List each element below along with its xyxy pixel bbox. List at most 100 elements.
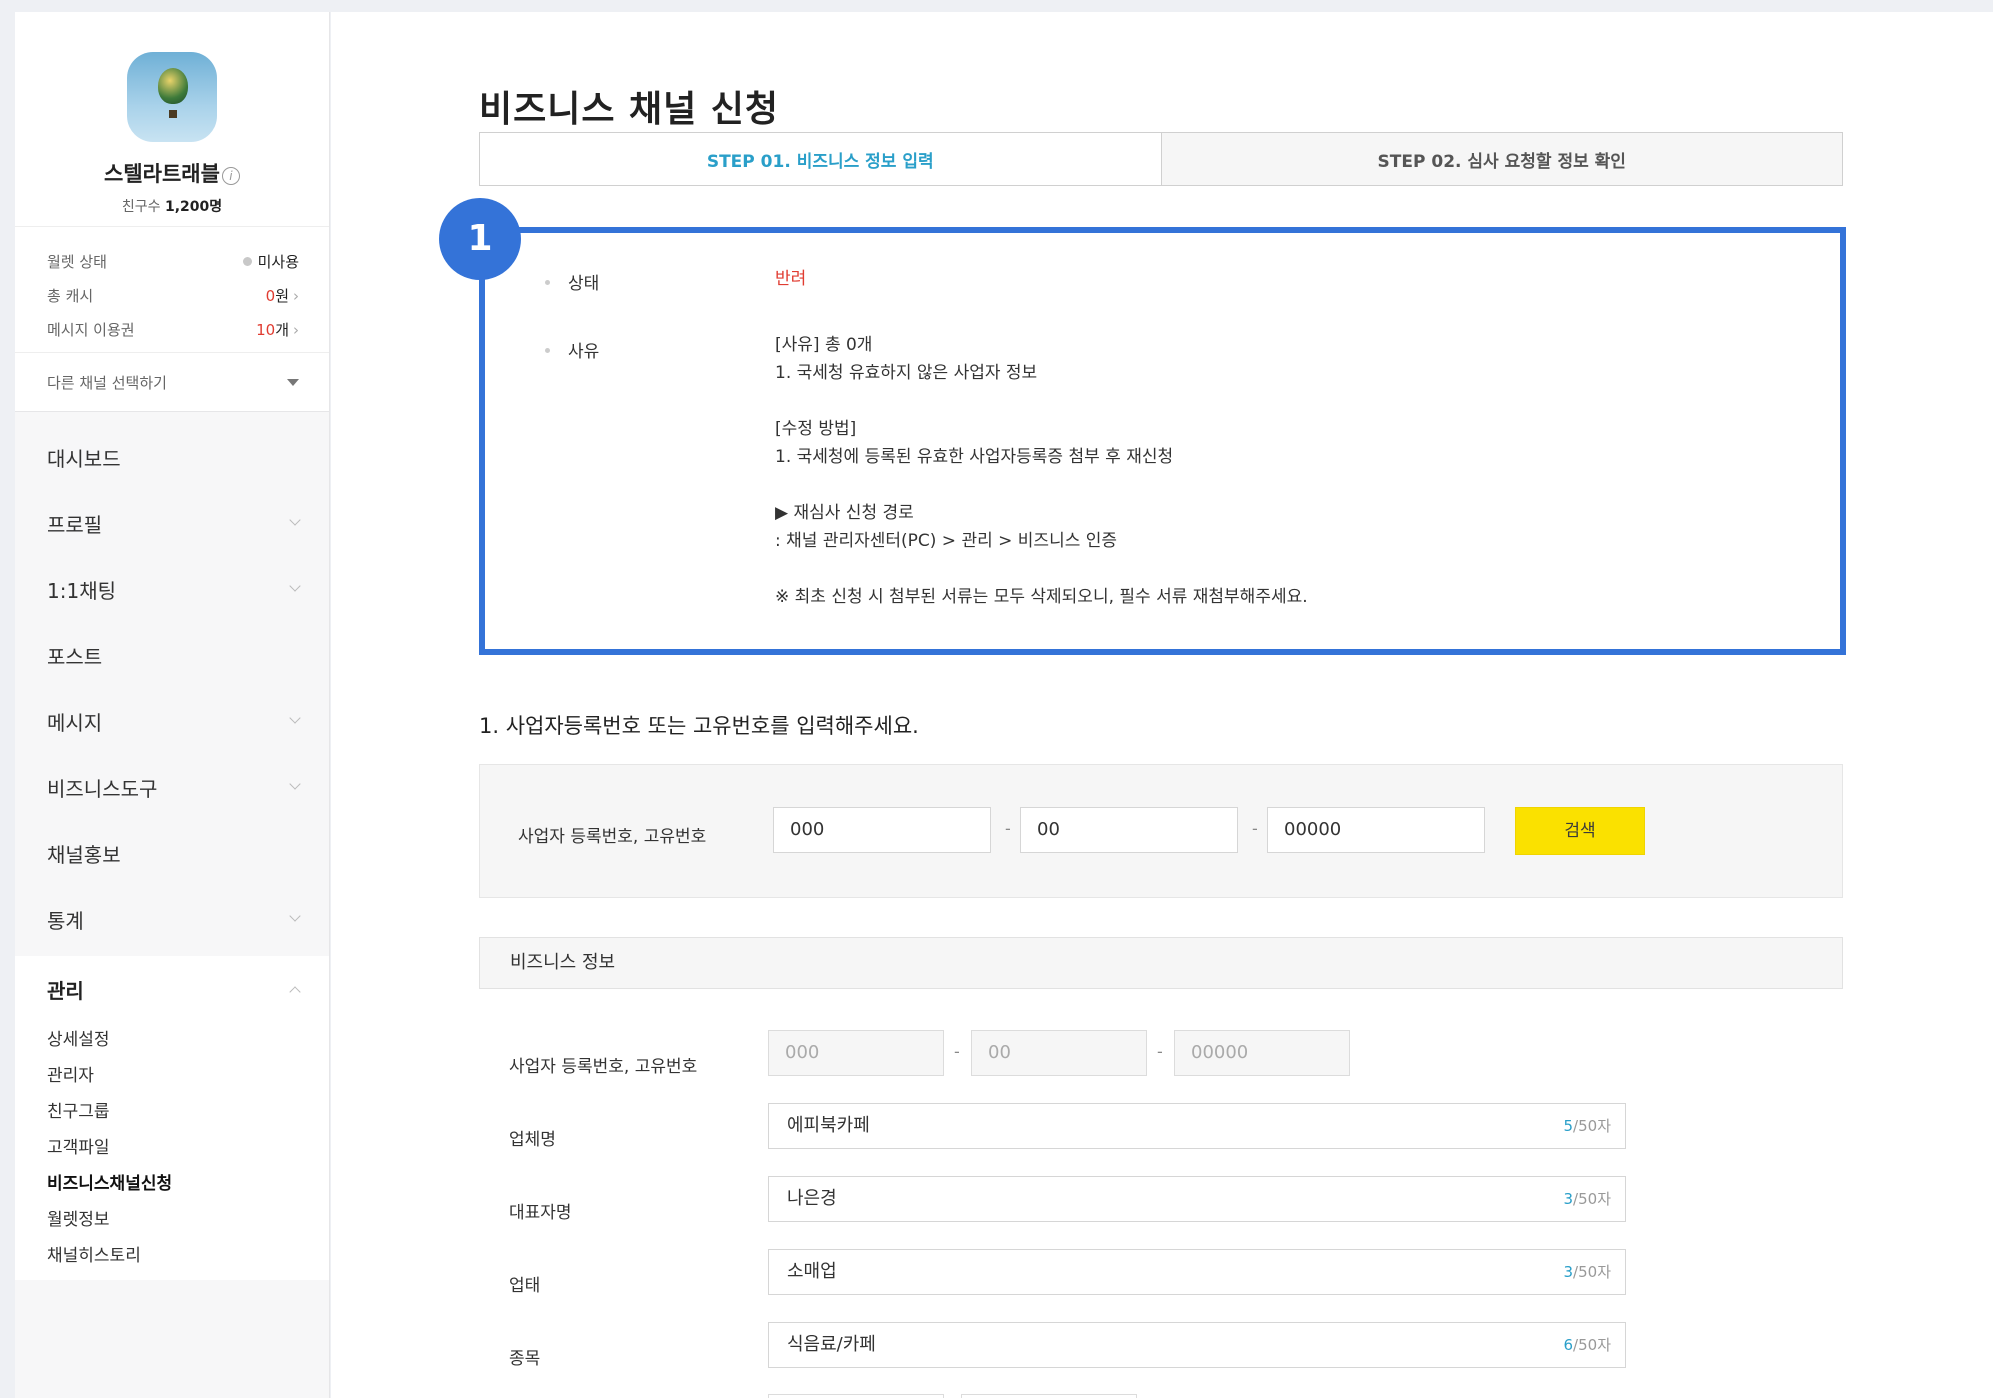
profile-name: 스텔라트래블 i [15,158,329,188]
sidebar-item-message[interactable]: 메시지 [15,688,329,754]
message-ticket-count: 10 [256,321,276,339]
sidebar-item-label: 대시보드 [47,446,121,471]
wallet-status-value: 미사용 [257,253,299,271]
reason-line: 1. 국세청에 등록된 유효한 사업자등록증 첨부 후 재신청 [775,447,1174,467]
step-1-tab: STEP 01. 비즈니스 정보 입력 [480,133,1162,185]
friends-label: 친구수 [121,199,161,215]
sidebar: 스텔라트래블 i 친구수 1,200명 월렛 상태 미사용 총 캐시 0원 › 메시… [15,12,330,1398]
callout-badge: 1 [439,198,521,280]
sidebar-item-chat[interactable]: 1:1채팅 [15,556,329,622]
profile-card: 스텔라트래블 i 친구수 1,200명 [15,12,329,226]
chevron-down-icon [289,778,301,790]
sidebar-item-label: 비즈니스도구 [47,776,158,801]
sidebar-subitem-friend-groups[interactable]: 친구그룹 [15,1094,329,1130]
separator-dash: - [954,1042,960,1061]
search-button[interactable]: 검색 [1515,807,1645,855]
sidebar-subitem-wallet-info[interactable]: 월렛정보 [15,1202,329,1238]
section-question: 1. 사업자등록번호 또는 고유번호를 입력해주세요. [479,714,919,738]
main-content: 비즈니스 채널 신청 STEP 01. 비즈니스 정보 입력 STEP 02. … [331,12,1993,1398]
sidebar-subitem-customer-files[interactable]: 고객파일 [15,1130,329,1166]
representative-value: 나은경 [787,1188,837,1209]
reason-line: ▶ 재심사 신청 경로 [775,503,914,523]
chevron-down-icon [289,910,301,922]
reason-label-row: 사유 [545,337,599,362]
partial-input[interactable] [768,1394,944,1398]
chevron-down-icon [289,712,301,724]
status-dot-icon [242,257,252,266]
company-name-field[interactable]: 에피북카페 5/50자 [768,1103,1626,1149]
reason-line: 1. 국세청 유효하지 않은 사업자 정보 [775,363,1038,383]
reason-line: [수정 방법] [775,419,857,439]
sidebar-item-dashboard[interactable]: 대시보드 [15,424,329,490]
page-title: 비즈니스 채널 신청 [479,89,780,130]
business-info-heading: 비즈니스 정보 [479,937,1843,989]
sidebar-subitem-admins[interactable]: 관리자 [15,1058,329,1094]
profile-name-text: 스텔라트래블 [104,162,220,186]
reg-number-display-1: 000 [768,1030,944,1076]
char-count: 6 [1563,1336,1574,1354]
chevron-right-icon: › [293,287,299,305]
reg-number-label: 사업자 등록번호, 고유번호 [509,1057,698,1077]
sidebar-item-label: 포스트 [47,644,103,669]
char-counter: 5/50자 [1564,1104,1612,1148]
reg-number-input-2[interactable]: 00 [1020,807,1238,853]
char-max: /50자 [1573,1263,1611,1281]
message-ticket-label: 메시지 이용권 [47,321,135,339]
status-label: 상태 [568,274,600,294]
sidebar-subitem-settings[interactable]: 상세설정 [15,1022,329,1058]
char-counter: 6/50자 [1564,1323,1612,1367]
separator-dash: - [1252,819,1258,838]
sidebar-item-manage[interactable]: 관리 [15,956,329,1022]
separator-dash: - [1005,819,1011,838]
business-item-field[interactable]: 식음료/카페 6/50자 [768,1322,1626,1368]
sidebar-item-label: 통계 [47,908,84,933]
status-label-row: 상태 [545,269,599,294]
reason-line: [사유] 총 0개 [775,335,873,355]
char-count: 5 [1563,1117,1574,1135]
sidebar-item-channel-promo[interactable]: 채널홍보 [15,820,329,886]
business-type-label: 업태 [509,1276,541,1296]
char-counter: 3/50자 [1564,1250,1612,1294]
reg-number-input-3[interactable]: 00000 [1267,807,1485,853]
total-cash-unit: 원 [275,287,289,305]
sidebar-item-post[interactable]: 포스트 [15,622,329,688]
channel-avatar[interactable] [127,52,217,142]
business-item-value: 식음료/카페 [787,1334,876,1355]
wallet-status-label: 월렛 상태 [47,253,107,271]
separator-dash: - [1157,1042,1163,1061]
reason-text: [사유] 총 0개 1. 국세청 유효하지 않은 사업자 정보 [수정 방법] … [775,331,1308,611]
reg-number-input-1[interactable]: 000 [773,807,991,853]
message-ticket-row[interactable]: 메시지 이용권 10개 › [47,313,299,347]
info-icon[interactable]: i [221,167,240,185]
representative-field[interactable]: 나은경 3/50자 [768,1176,1626,1222]
partial-input[interactable] [961,1394,1137,1398]
dropdown-arrow-icon [287,378,299,386]
char-count: 3 [1563,1190,1574,1208]
wallet-status-row: 월렛 상태 미사용 [47,245,299,279]
char-count: 3 [1563,1263,1574,1281]
step-2-tab: STEP 02. 심사 요청할 정보 확인 [1161,133,1842,185]
review-status-box: 상태 반려 사유 [사유] 총 0개 1. 국세청 유효하지 않은 사업자 정보… [479,227,1846,655]
total-cash-row[interactable]: 총 캐시 0원 › [47,279,299,313]
total-cash-amount: 0 [265,287,276,305]
char-max: /50자 [1573,1190,1611,1208]
sidebar-subitem-channel-history[interactable]: 채널히스토리 [15,1238,329,1274]
business-type-field[interactable]: 소매업 3/50자 [768,1249,1626,1295]
reg-number-display-2: 00 [971,1030,1147,1076]
wallet-summary: 월렛 상태 미사용 총 캐시 0원 › 메시지 이용권 10개 › [15,226,329,352]
sidebar-item-business-tools[interactable]: 비즈니스도구 [15,754,329,820]
chevron-down-icon [289,580,301,592]
balloon-basket [169,110,177,118]
char-max: /50자 [1573,1336,1611,1354]
channel-select-dropdown[interactable]: 다른 채널 선택하기 [15,352,329,412]
representative-label: 대표자명 [509,1203,572,1223]
sidebar-subitem-business-channel[interactable]: 비즈니스채널신청 [15,1166,329,1202]
reason-line: : 채널 관리자센터(PC) > 관리 > 비즈니스 인증 [775,531,1118,551]
friends-count: 친구수 1,200명 [15,196,329,216]
sidebar-item-stats[interactable]: 통계 [15,886,329,952]
char-counter: 3/50자 [1564,1177,1612,1221]
sidebar-item-label: 프로필 [47,512,103,537]
reason-label: 사유 [568,342,600,362]
sidebar-item-profile[interactable]: 프로필 [15,490,329,556]
char-max: /50자 [1573,1117,1611,1135]
